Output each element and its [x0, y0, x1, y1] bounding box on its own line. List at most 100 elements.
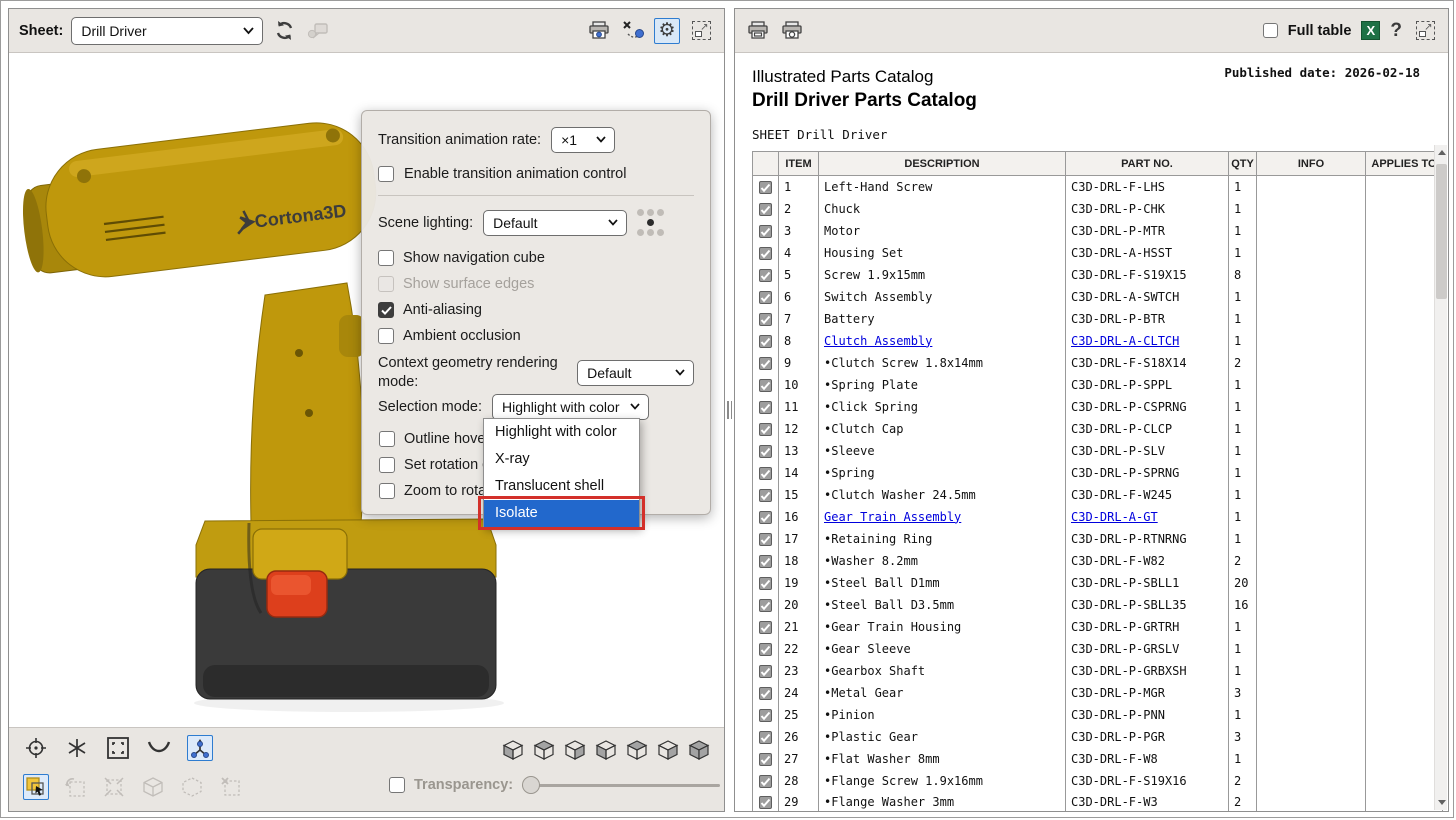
print-catalog-icon[interactable] — [745, 18, 771, 44]
sheet-select[interactable]: Drill Driver — [71, 17, 263, 45]
scroll-down-icon[interactable] — [1435, 795, 1448, 810]
row-checkbox[interactable] — [753, 176, 779, 198]
row-checkbox[interactable] — [753, 308, 779, 330]
row-description[interactable]: Gear Train Assembly — [819, 506, 1066, 528]
row-checkbox[interactable] — [753, 550, 779, 572]
axes-tool-icon[interactable] — [64, 735, 90, 761]
row-checkbox[interactable] — [753, 374, 779, 396]
scene-lighting-select[interactable]: Default — [483, 210, 627, 236]
transition-rate-select[interactable]: ×1 — [551, 127, 615, 153]
view-isometric-icon[interactable] — [686, 737, 712, 763]
transparency-slider[interactable] — [522, 775, 720, 795]
row-checkbox[interactable] — [753, 770, 779, 792]
row-checkbox[interactable] — [753, 198, 779, 220]
row-checkbox[interactable] — [753, 726, 779, 748]
view-bottom-icon[interactable] — [655, 737, 681, 763]
row-description: •Steel Ball D3.5mm — [819, 594, 1066, 616]
panel-splitter[interactable] — [725, 8, 734, 812]
dropdown-option[interactable]: X-ray — [484, 446, 639, 473]
catalog-panel: Full table X ? ↗ Published date: 2026-02… — [734, 8, 1449, 812]
show-navigation-cube-checkbox[interactable]: Show navigation cube — [378, 250, 694, 266]
table-row: 24•Metal GearC3D-DRL-P-MGR3 — [753, 682, 1443, 704]
scroll-thumb[interactable] — [1436, 164, 1447, 299]
set-rotation-center-checkbox[interactable]: Set rotation c — [379, 457, 489, 473]
view-top-icon[interactable] — [624, 737, 650, 763]
fullscreen-catalog-icon[interactable]: ↗ — [1412, 18, 1438, 44]
light-position-icon[interactable] — [637, 209, 665, 237]
viewport-3d[interactable]: Cortona3D Transition animation — [9, 53, 724, 727]
row-item: 2 — [779, 198, 819, 220]
row-checkbox[interactable] — [753, 462, 779, 484]
slider-knob[interactable] — [522, 776, 540, 794]
checkbox[interactable] — [379, 431, 395, 447]
row-checkbox[interactable] — [753, 286, 779, 308]
zoom-to-rotation-checkbox[interactable]: Zoom to rotat — [379, 483, 490, 499]
print-viewer-icon[interactable] — [586, 18, 612, 44]
row-checkbox[interactable] — [753, 528, 779, 550]
checkbox[interactable] — [378, 166, 394, 182]
row-checkbox[interactable] — [753, 330, 779, 352]
table-row: 25•PinionC3D-DRL-P-PNN1 — [753, 704, 1443, 726]
dropdown-option[interactable]: Isolate — [484, 500, 639, 527]
checkbox[interactable] — [378, 328, 394, 344]
row-applies — [1366, 726, 1443, 748]
row-checkbox[interactable] — [753, 506, 779, 528]
row-description: •Clutch Screw 1.8x14mm — [819, 352, 1066, 374]
print-preview-icon[interactable] — [779, 18, 805, 44]
checkbox[interactable] — [379, 457, 395, 473]
row-checkbox[interactable] — [753, 616, 779, 638]
rotation-center-icon[interactable] — [23, 735, 49, 761]
context-mode-select[interactable]: Default — [577, 360, 694, 386]
table-scrollbar[interactable] — [1434, 145, 1447, 810]
row-checkbox[interactable] — [753, 638, 779, 660]
selection-mode-select[interactable]: Highlight with color — [492, 394, 649, 420]
full-table-checkbox[interactable] — [1263, 23, 1278, 38]
row-checkbox[interactable] — [753, 660, 779, 682]
row-checkbox[interactable] — [753, 792, 779, 812]
export-excel-icon[interactable]: X — [1361, 21, 1380, 40]
row-checkbox[interactable] — [753, 418, 779, 440]
select-tool-icon[interactable] — [23, 774, 49, 800]
row-checkbox[interactable] — [753, 704, 779, 726]
row-checkbox[interactable] — [753, 242, 779, 264]
catalog-content: Published date: 2026-02-18 Illustrated P… — [735, 53, 1448, 811]
row-description[interactable]: Clutch Assembly — [819, 330, 1066, 352]
row-checkbox[interactable] — [753, 748, 779, 770]
dropdown-option[interactable]: Highlight with color — [484, 419, 639, 446]
row-checkbox[interactable] — [753, 572, 779, 594]
view-left-icon[interactable] — [562, 737, 588, 763]
row-checkbox[interactable] — [753, 220, 779, 242]
row-partno[interactable]: C3D-DRL-A-GT — [1066, 506, 1229, 528]
scroll-up-icon[interactable] — [1435, 145, 1448, 160]
row-checkbox[interactable] — [753, 352, 779, 374]
row-partno[interactable]: C3D-DRL-A-CLTCH — [1066, 330, 1229, 352]
row-checkbox[interactable] — [753, 440, 779, 462]
help-icon[interactable]: ? — [1390, 20, 1402, 42]
hide-trajectories-icon[interactable] — [620, 18, 646, 44]
checkbox[interactable] — [378, 250, 394, 266]
refresh-icon[interactable] — [271, 18, 297, 44]
row-checkbox[interactable] — [753, 264, 779, 286]
outline-hover-checkbox[interactable]: Outline hover — [379, 431, 490, 447]
row-checkbox[interactable] — [753, 484, 779, 506]
dropdown-option[interactable]: Translucent shell — [484, 473, 639, 500]
enable-transition-checkbox[interactable]: Enable transition animation control — [378, 166, 694, 182]
pan-arc-icon[interactable] — [146, 735, 172, 761]
ambient-occlusion-checkbox[interactable]: Ambient occlusion — [378, 328, 694, 344]
fullscreen-viewer-icon[interactable]: ↗ — [688, 18, 714, 44]
checkbox-checked[interactable] — [378, 302, 394, 318]
row-checkbox[interactable] — [753, 396, 779, 418]
view-front-icon[interactable] — [500, 737, 526, 763]
fit-view-icon[interactable] — [105, 735, 131, 761]
row-checkbox[interactable] — [753, 682, 779, 704]
walk-mode-icon[interactable] — [187, 735, 213, 761]
row-item: 15 — [779, 484, 819, 506]
view-right-icon[interactable] — [593, 737, 619, 763]
transparency-checkbox[interactable] — [389, 777, 405, 793]
row-checkbox[interactable] — [753, 594, 779, 616]
checkbox[interactable] — [379, 483, 395, 499]
anti-aliasing-checkbox[interactable]: Anti-aliasing — [378, 302, 694, 318]
row-description: •Steel Ball D1mm — [819, 572, 1066, 594]
settings-gear-icon[interactable]: ⚙ — [654, 18, 680, 44]
view-back-icon[interactable] — [531, 737, 557, 763]
